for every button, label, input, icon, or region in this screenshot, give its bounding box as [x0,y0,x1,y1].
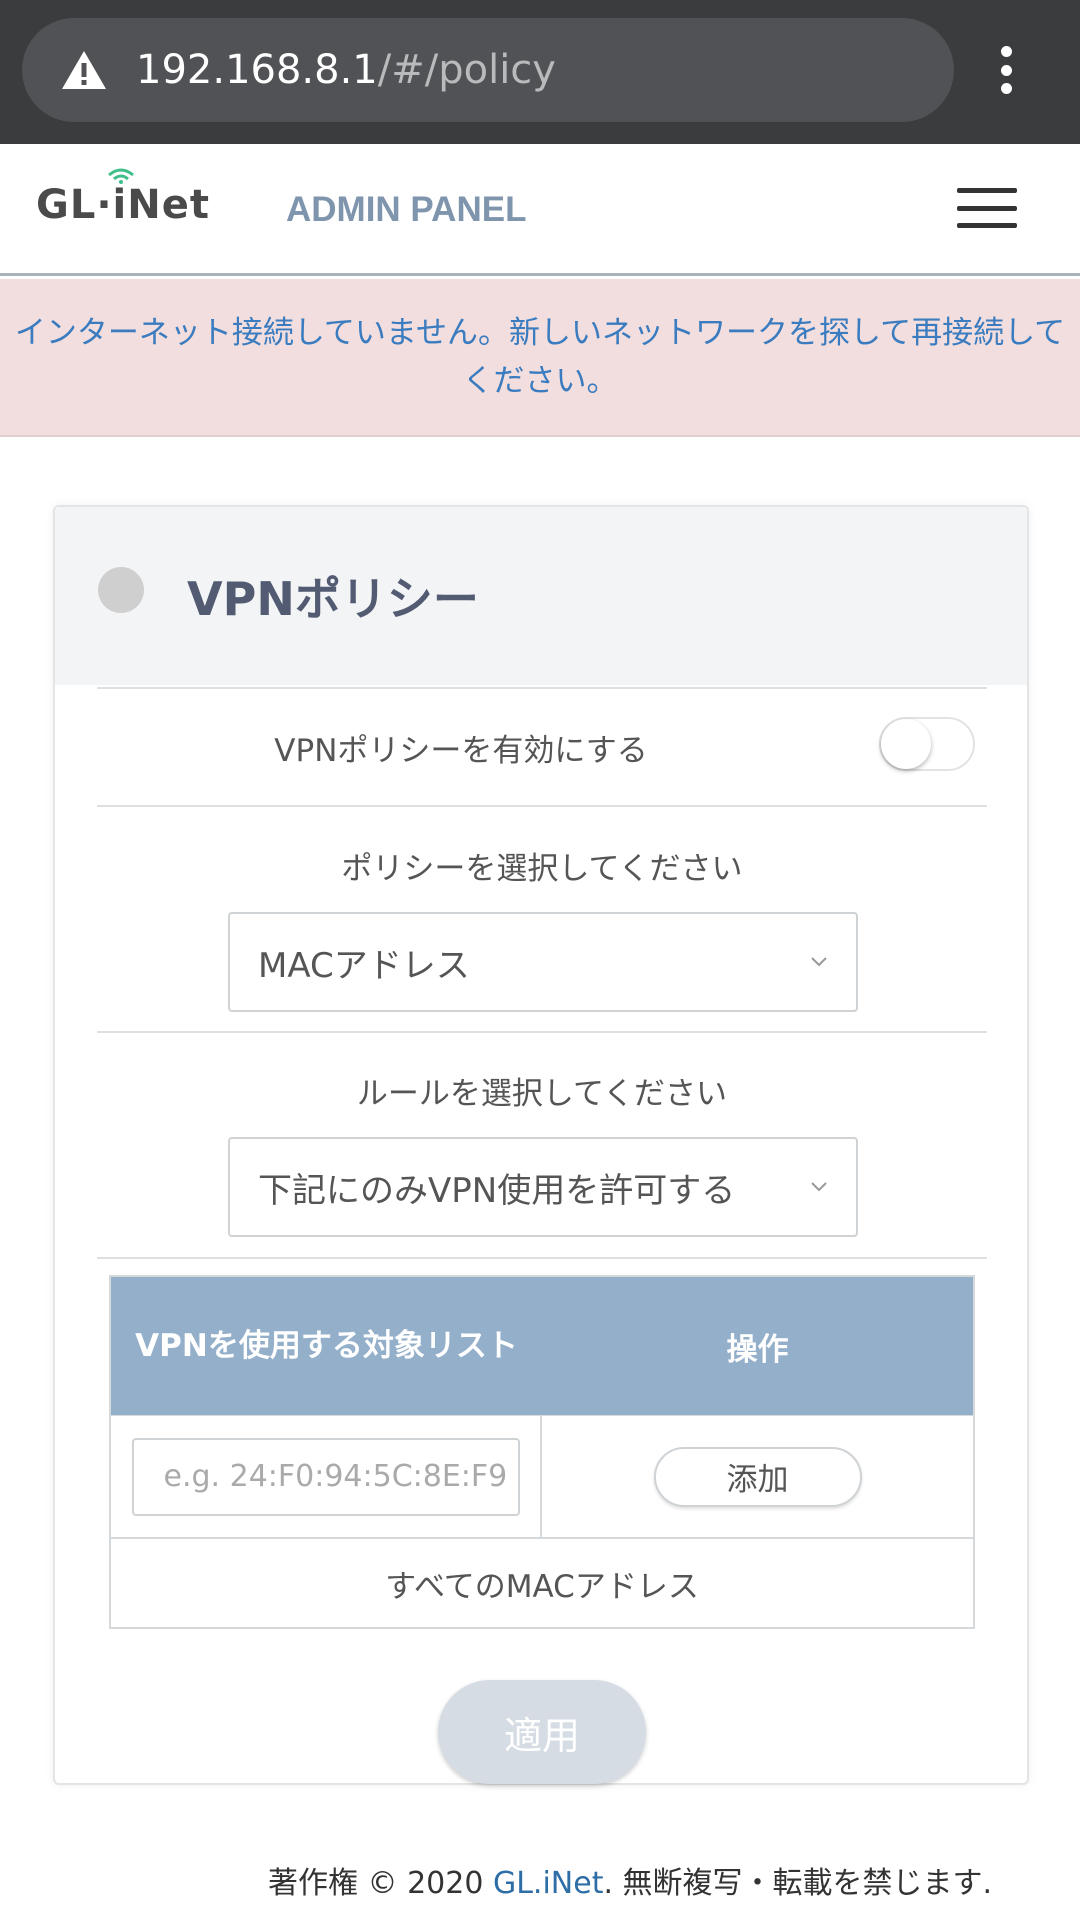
table-header: VPNを使用する対象リスト 操作 [111,1277,973,1415]
policy-select-label: ポリシーを選択してください [341,851,743,887]
copyright-footer: 著作権 © 2020 GL.iNet. 無断複写・転載を禁じます. [268,1858,992,1902]
url-host: 192.168.8.1 [136,47,378,93]
enable-policy-toggle[interactable] [879,717,975,771]
divider [97,687,987,689]
all-mac-row: すべてのMACアドレス [111,1537,973,1627]
mac-address-input[interactable]: e.g. 24:F0:94:5C:8E:F9 [131,1437,520,1516]
browser-bar: 192.168.8.1/#/policy [0,0,1080,144]
wifi-icon [108,168,134,184]
card-header: VPNポリシー [55,507,1027,685]
policy-select[interactable]: MACアドレス [228,912,858,1012]
vpn-policy-card: VPNポリシー VPNポリシーを有効にする ポリシーを選択してください MACア… [53,505,1029,1785]
browser-menu-icon[interactable] [994,46,1018,94]
rule-select[interactable]: 下記にのみVPN使用を許可する [228,1137,858,1237]
logo[interactable]: GL·iNet [36,168,210,228]
divider [97,805,987,807]
table-row: e.g. 24:F0:94:5C:8E:F9 添加 [111,1415,973,1537]
address-bar[interactable]: 192.168.8.1/#/policy [22,18,954,122]
chevron-down-icon [811,957,827,967]
admin-panel-title: ADMIN PANEL [286,190,527,229]
footer-prefix: 著作権 © 2020 [268,1866,493,1901]
divider [97,1257,987,1259]
hamburger-menu-icon[interactable] [957,188,1017,228]
footer-suffix: . 無断複写・転載を禁じます. [603,1866,993,1901]
toggle-knob [881,719,931,769]
col-target-header: VPNを使用する対象リスト [135,1328,518,1364]
footer-brand-link[interactable]: GL.iNet [493,1866,604,1901]
vpn-target-table: VPNを使用する対象リスト 操作 e.g. 24:F0:94:5C:8E:F9 … [109,1275,975,1629]
card-title: VPNポリシー [187,572,479,626]
add-button[interactable]: 添加 [653,1446,862,1507]
enable-policy-label: VPNポリシーを有効にする [274,733,648,769]
action-cell: 添加 [542,1416,973,1537]
no-internet-alert: インターネット接続していません。新しいネットワークを探して再接続してください。 [0,279,1080,437]
url-path: /#/policy [377,47,556,93]
logo-text: GL·iNet [36,182,210,228]
app-header: GL·iNet ADMIN PANEL [0,144,1080,276]
mac-input-cell: e.g. 24:F0:94:5C:8E:F9 [111,1416,542,1537]
chevron-down-icon [811,1182,827,1192]
warning-icon[interactable] [60,49,108,91]
apply-button[interactable]: 適用 [438,1680,646,1784]
status-indicator [98,567,144,613]
divider [97,1031,987,1033]
url-text[interactable]: 192.168.8.1/#/policy [136,47,556,93]
policy-select-value: MACアドレス [258,945,470,986]
col-action-header: 操作 [726,1331,789,1368]
rule-select-label: ルールを選択してください [356,1076,728,1112]
rule-select-value: 下記にのみVPN使用を許可する [258,1170,736,1211]
